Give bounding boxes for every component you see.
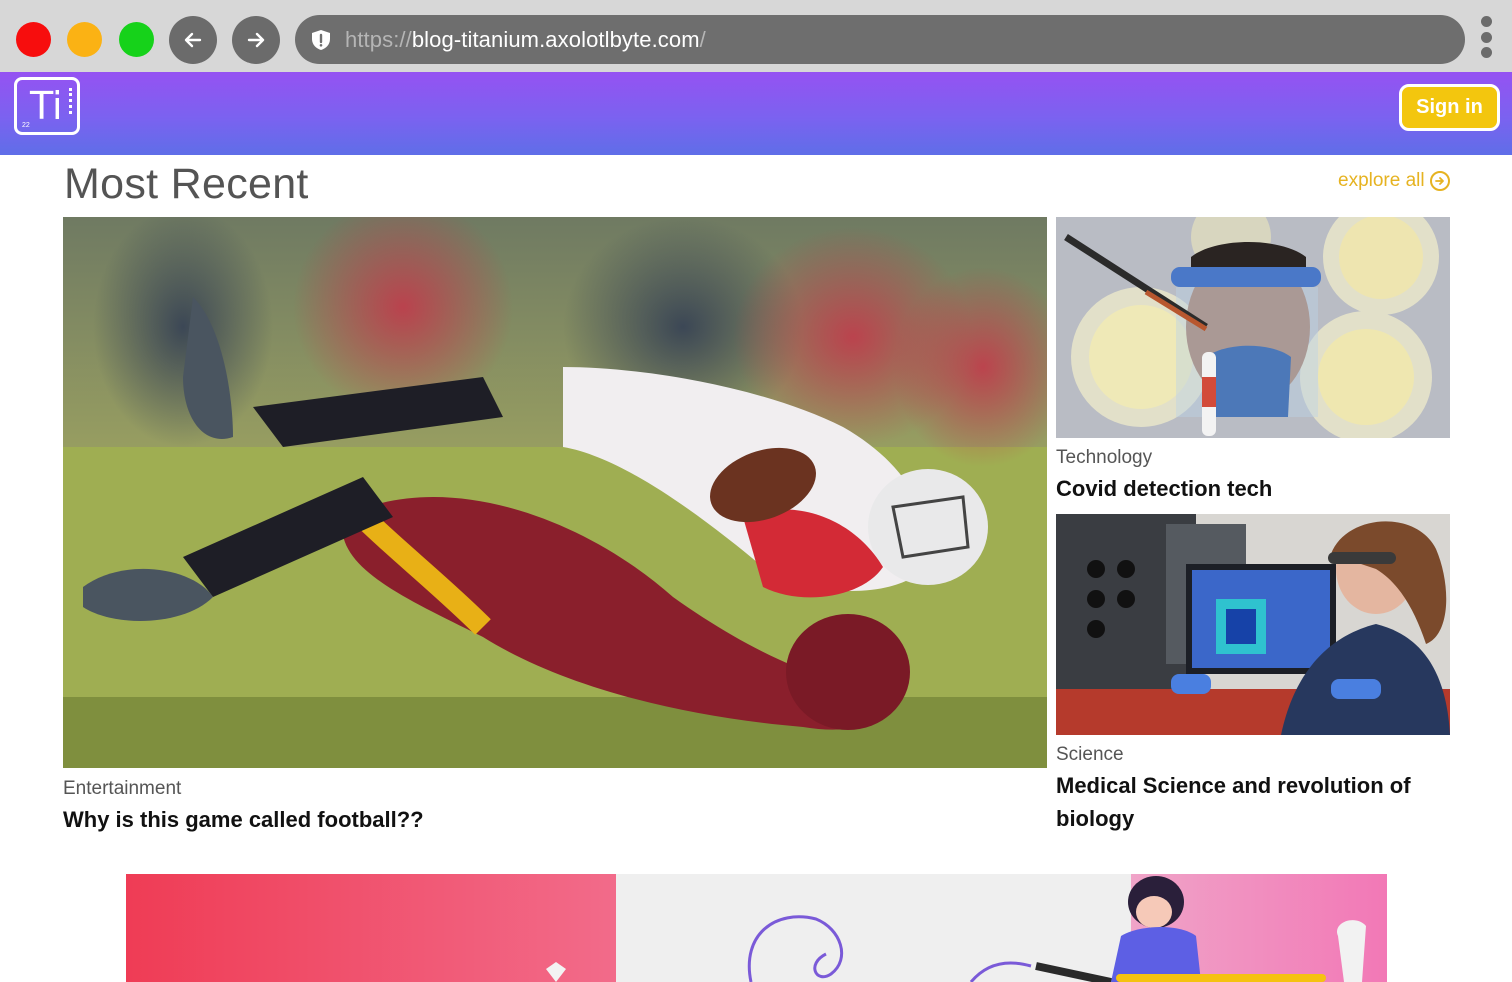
post-title[interactable]: Why is this game called football?? <box>63 803 424 836</box>
browser-chrome: https://blog-titanium.axolotlbyte.com/ <box>0 0 1512 72</box>
post-category[interactable]: Entertainment <box>63 778 181 800</box>
post-title[interactable]: Covid detection tech <box>1056 472 1272 505</box>
address-bar[interactable]: https://blog-titanium.axolotlbyte.com/ <box>295 15 1465 64</box>
url-protocol: https:// <box>345 27 412 52</box>
arrow-circle-right-icon <box>1429 171 1450 191</box>
post-title[interactable]: Medical Science and revolution of biolog… <box>1056 769 1436 835</box>
back-button[interactable] <box>169 16 217 64</box>
page-title: Most Recent <box>64 160 309 208</box>
post-category[interactable]: Technology <box>1056 447 1152 469</box>
arrow-left-icon <box>184 32 202 48</box>
kebab-menu-icon[interactable] <box>1479 16 1493 58</box>
url-text: https://blog-titanium.axolotlbyte.com/ <box>345 27 706 53</box>
site-header: Ti 22 Sign in <box>0 72 1512 155</box>
logo-dots <box>69 88 73 114</box>
shield-icon <box>309 28 333 52</box>
featured-post-image[interactable] <box>63 217 1047 768</box>
explore-all-label: explore all <box>1338 170 1425 191</box>
logo-symbol: Ti <box>30 84 63 128</box>
url-host: blog-titanium.axolotlbyte.com <box>411 27 700 52</box>
site-logo[interactable]: Ti 22 <box>14 77 80 135</box>
post-image[interactable] <box>1056 217 1450 438</box>
post-image[interactable] <box>1056 514 1450 735</box>
minimize-window-button[interactable] <box>67 22 102 57</box>
logo-number: 22 <box>22 122 30 129</box>
close-window-button[interactable] <box>16 22 51 57</box>
post-category[interactable]: Science <box>1056 744 1124 766</box>
sign-in-button[interactable]: Sign in <box>1399 84 1500 131</box>
forward-button[interactable] <box>232 16 280 64</box>
url-path: / <box>699 27 706 52</box>
explore-all-link[interactable]: explore all <box>1338 170 1450 192</box>
hero-banner <box>126 874 1387 982</box>
maximize-window-button[interactable] <box>119 22 154 57</box>
arrow-right-icon <box>247 32 265 48</box>
